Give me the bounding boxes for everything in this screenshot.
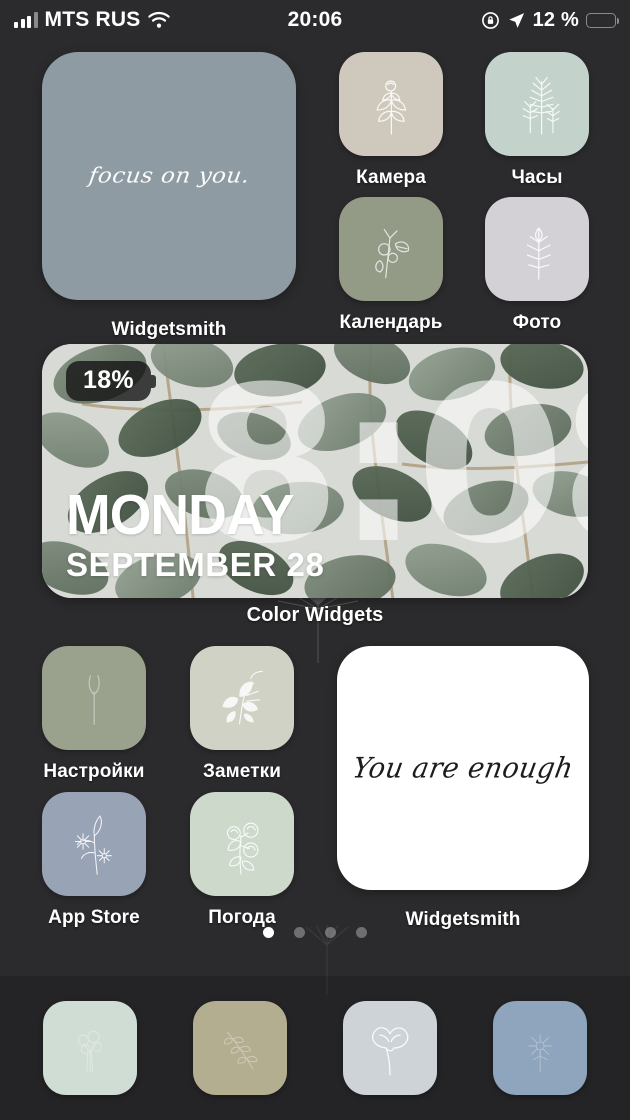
botanical-berry-leaf-icon <box>374 228 409 278</box>
botanical-olive-branch-icon <box>223 1031 258 1069</box>
status-bar-clock: 20:06 <box>287 8 343 31</box>
dock-icon-4[interactable] <box>493 1001 587 1095</box>
battery-icon <box>586 12 620 28</box>
widget-you-are-enough[interactable]: You are enough <box>337 646 589 890</box>
app-icon-chasy[interactable]: Часы <box>485 52 589 189</box>
botanical-poppy-icon <box>372 1027 409 1076</box>
app-icon-kalendar[interactable]: Календарь <box>339 197 443 334</box>
dock-icon-1[interactable] <box>43 1001 137 1095</box>
app-tile-chasy[interactable] <box>485 52 589 156</box>
app-tile-app-store[interactable] <box>42 792 146 896</box>
app-icon-pogoda[interactable]: Погода <box>190 792 294 929</box>
widget-focus-label: Widgetsmith <box>111 319 227 340</box>
app-label-nastroyki: Настройки <box>43 761 145 782</box>
app-label-chasy: Часы <box>511 167 563 188</box>
widget-focus-text: focus on you. <box>87 164 251 188</box>
app-label-kamera: Камера <box>356 167 426 188</box>
app-tile-nastroyki[interactable] <box>42 646 146 750</box>
widget-battery-badge: 18% <box>66 361 156 401</box>
battery-percent-label: 12 % <box>532 8 579 31</box>
botanical-twig-icon <box>88 674 100 725</box>
botanical-daisy-icon <box>74 814 112 875</box>
app-tile-kalendar[interactable] <box>339 197 443 301</box>
app-tile-kamera[interactable] <box>339 52 443 156</box>
app-label-pogoda: Погода <box>208 907 276 928</box>
app-icon-foto[interactable]: Фото <box>485 197 589 334</box>
app-label-app-store: App Store <box>48 907 140 928</box>
widget-color-widgets[interactable]: 8:08 18% MONDAY SEPTEMBER 28 <box>42 344 588 598</box>
app-icon-zametki[interactable]: Заметки <box>190 646 294 783</box>
widget-color-widgets-label-wrap: Color Widgets <box>0 604 630 627</box>
location-arrow-icon <box>508 12 524 28</box>
app-tile-zametki[interactable] <box>190 646 294 750</box>
botanical-leafy-branch-icon <box>222 670 263 725</box>
page-indicator[interactable] <box>0 927 630 938</box>
botanical-hydrangea-icon <box>77 1030 102 1073</box>
widget-day-label: MONDAY <box>66 483 295 547</box>
widget-enough-text: You are enough <box>350 751 576 785</box>
app-icon-nastroyki[interactable]: Настройки <box>42 646 146 783</box>
status-bar-right: 12 % <box>481 0 620 40</box>
widget-focus-on-you[interactable]: focus on you. <box>42 52 296 300</box>
page-dot-4[interactable] <box>356 927 367 938</box>
botanical-rosebush-icon <box>226 822 259 875</box>
dock-icon-2[interactable] <box>193 1001 287 1095</box>
app-icon-kamera[interactable]: Камера <box>339 52 443 189</box>
widget-color-widgets-label: Color Widgets <box>246 604 384 626</box>
botanical-rose-sprig-icon <box>376 80 406 135</box>
widget-focus-label-wrap: Widgetsmith <box>42 308 296 341</box>
app-label-kalendar: Календарь <box>339 312 443 333</box>
iphone-home-screen: MTS RUS 20:06 12 % focus on you. Widgets… <box>0 0 630 1120</box>
dock-icon-3[interactable] <box>343 1001 437 1095</box>
dock <box>0 976 630 1120</box>
page-dot-2[interactable] <box>294 927 305 938</box>
botanical-fern-icon <box>522 76 560 135</box>
status-bar: MTS RUS 20:06 12 % <box>0 0 630 40</box>
page-dot-3[interactable] <box>325 927 336 938</box>
app-tile-foto[interactable] <box>485 197 589 301</box>
page-dot-1[interactable] <box>263 927 274 938</box>
rotation-lock-icon <box>481 11 499 29</box>
app-label-foto: Фото <box>512 312 562 333</box>
app-label-zametki: Заметки <box>202 761 282 782</box>
widget-date-label: SEPTEMBER 28 <box>66 546 325 583</box>
botanical-thistle-icon <box>528 1033 552 1073</box>
app-icon-app-store[interactable]: App Store <box>42 792 146 929</box>
dock-row <box>0 976 630 1120</box>
botanical-lavender-icon <box>526 226 551 280</box>
app-tile-pogoda[interactable] <box>190 792 294 896</box>
